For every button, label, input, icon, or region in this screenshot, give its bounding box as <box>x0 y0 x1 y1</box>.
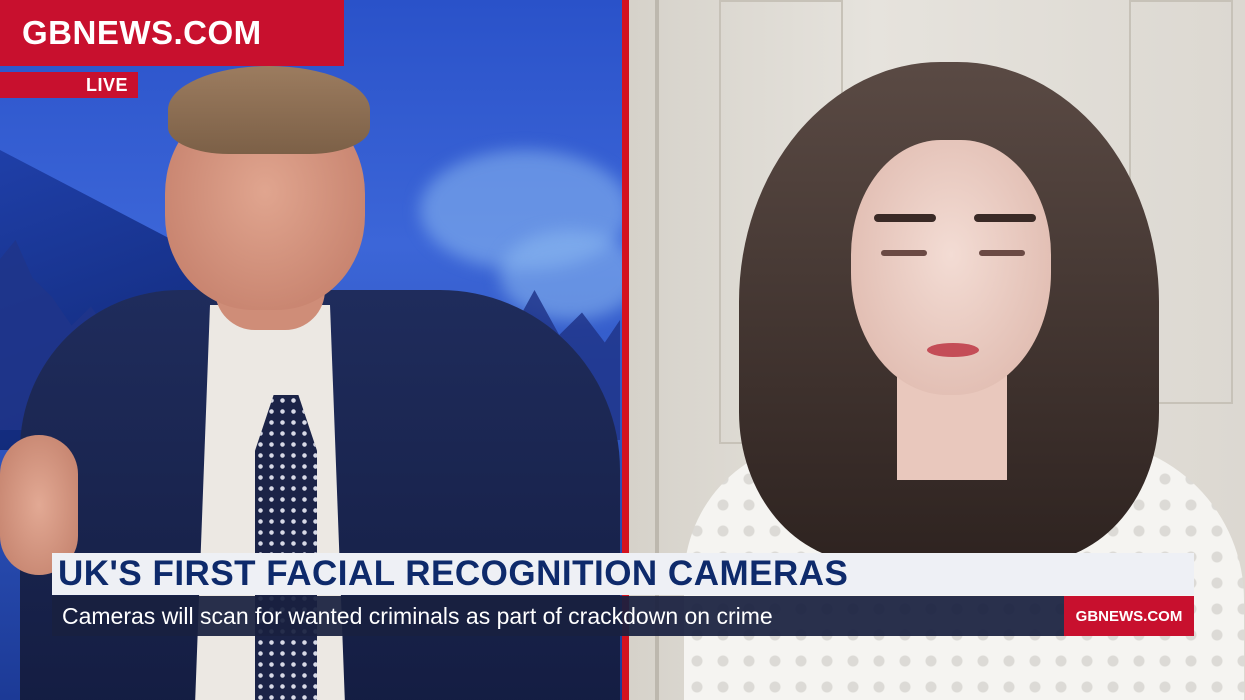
guest-closed-eye <box>979 250 1025 256</box>
split-divider <box>622 0 629 700</box>
guest-video-panel <box>629 0 1245 700</box>
live-badge: LIVE <box>0 72 138 98</box>
live-label: LIVE <box>85 74 128 95</box>
lower-third-brand-tag: GBNEWS.COM <box>1064 596 1194 636</box>
guest-eyebrow <box>974 214 1036 222</box>
lower-third-headline: UK'S FIRST FACIAL RECOGNITION CAMERAS <box>52 553 1194 595</box>
guest-lips <box>927 343 979 357</box>
studio-video-panel <box>0 0 622 700</box>
sky-cloud <box>500 230 622 320</box>
guest-closed-eye <box>881 250 927 256</box>
broadcast-frame: GBNEWS.COM LIVE UK'S FIRST FACIAL RECOGN… <box>0 0 1245 700</box>
headline-text: UK'S FIRST FACIAL RECOGNITION CAMERAS <box>58 554 849 593</box>
channel-logo-box: GBNEWS.COM <box>0 0 344 66</box>
presenter-hair <box>168 66 370 154</box>
guest-eyebrow <box>874 214 936 222</box>
brand-tag-text: GBNEWS.COM <box>1075 607 1183 625</box>
subheadline-text: Cameras will scan for wanted criminals a… <box>62 602 773 629</box>
channel-logo-text: GBNEWS.COM <box>22 14 262 51</box>
presenter-tie <box>255 395 317 700</box>
lower-third-subheadline: Cameras will scan for wanted criminals a… <box>52 596 1194 636</box>
door-frame <box>655 0 659 700</box>
